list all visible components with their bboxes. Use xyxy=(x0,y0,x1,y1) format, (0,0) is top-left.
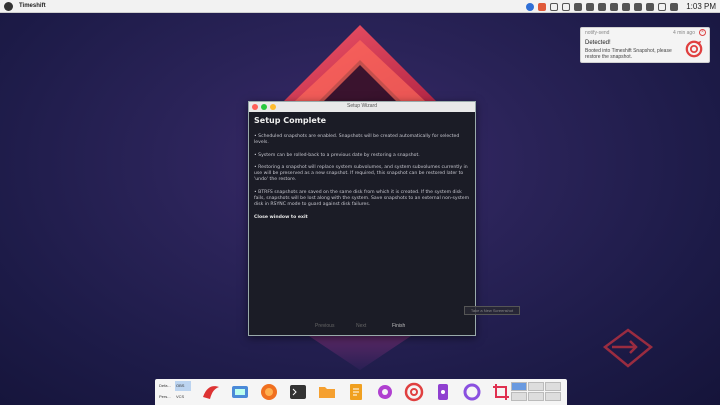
tooltip: Take a New Screenshot xyxy=(464,306,520,315)
crop-tool-icon[interactable] xyxy=(491,382,511,402)
keyboard-icon[interactable] xyxy=(574,2,583,11)
finish-button[interactable]: Finish xyxy=(392,323,405,329)
notification-title: Detected! xyxy=(585,40,611,46)
previous-button[interactable]: Previous xyxy=(315,323,334,329)
notification-body: Booted into Timeshift Snapshot, please r… xyxy=(585,48,672,60)
window-title: Setup Wizard xyxy=(346,103,377,109)
workspace-1[interactable] xyxy=(511,382,527,391)
dock: Defa... OBS Pers... VCS xyxy=(155,379,567,405)
wizard-buttons: Previous Next Finish xyxy=(249,321,475,331)
image-viewer-icon[interactable] xyxy=(230,382,250,402)
notification-popup[interactable]: notify-send 4 min ago × Detected! Booted… xyxy=(580,27,710,63)
workspace-3[interactable] xyxy=(545,382,561,391)
pager-item[interactable]: Defa... xyxy=(158,381,174,391)
clock[interactable]: 1:03 PM xyxy=(686,2,716,11)
window-list-icon[interactable] xyxy=(658,2,667,11)
workspace-2[interactable] xyxy=(528,382,544,391)
bluetooth-icon[interactable] xyxy=(598,2,607,11)
display-icon[interactable] xyxy=(562,2,571,11)
workspace-6[interactable] xyxy=(545,392,561,401)
brand-logo-icon xyxy=(602,328,654,368)
workspace-4[interactable] xyxy=(511,392,527,401)
pager-item[interactable]: Pers... xyxy=(158,392,174,402)
backup-app-icon[interactable] xyxy=(462,382,482,402)
updates-icon[interactable] xyxy=(586,2,595,11)
phone-app-icon[interactable] xyxy=(433,382,453,402)
system-tray: 1:03 PM xyxy=(526,0,716,13)
info-icon[interactable] xyxy=(526,2,535,11)
notifications-icon[interactable] xyxy=(670,2,679,11)
activity-pager[interactable]: Defa... OBS Pers... VCS xyxy=(158,381,192,403)
info-paragraph: • Scheduled snapshots are enabled. Snaps… xyxy=(254,134,460,146)
pager-item[interactable]: OBS xyxy=(175,381,191,391)
volume-icon[interactable] xyxy=(634,2,643,11)
notification-time: 4 min ago xyxy=(673,30,695,36)
clipboard-icon[interactable] xyxy=(622,2,631,11)
timeshift-logo-icon xyxy=(685,40,703,58)
setup-wizard-window: Setup Wizard Setup Complete • Scheduled … xyxy=(248,101,476,336)
network-icon[interactable] xyxy=(610,2,619,11)
battery-icon[interactable] xyxy=(646,2,655,11)
next-button[interactable]: Next xyxy=(356,323,366,329)
pager-item[interactable]: VCS xyxy=(175,392,191,402)
puzzle-icon[interactable] xyxy=(538,2,547,11)
bird-app-icon[interactable] xyxy=(201,382,221,402)
notification-app: notify-send xyxy=(585,30,610,36)
page-title: Setup Complete xyxy=(254,116,327,125)
terminal-icon[interactable] xyxy=(288,382,308,402)
info-paragraph: • System can be rolled-back to a previou… xyxy=(254,152,420,158)
active-app-title: Timeshift xyxy=(19,3,46,9)
screenshot-icon[interactable] xyxy=(550,2,559,11)
wizard-content: Setup Complete • Scheduled snapshots are… xyxy=(249,112,475,231)
system-menu-icon[interactable] xyxy=(4,1,13,11)
notification-close-icon[interactable]: × xyxy=(699,29,706,36)
timeshift-app-icon[interactable] xyxy=(404,382,424,402)
workspace-switcher[interactable] xyxy=(511,382,563,402)
info-paragraph: • Restoring a snapshot will replace syst… xyxy=(254,164,468,183)
browser-icon[interactable] xyxy=(259,382,279,402)
text-editor-icon[interactable] xyxy=(346,382,366,402)
file-manager-icon[interactable] xyxy=(317,382,337,402)
workspace-5[interactable] xyxy=(528,392,544,401)
window-titlebar[interactable]: Setup Wizard xyxy=(249,102,475,112)
top-panel: Timeshift 1:03 PM xyxy=(0,0,720,13)
settings-gear-icon[interactable] xyxy=(375,382,395,402)
exit-note: Close window to exit xyxy=(254,214,308,220)
info-paragraph: • BTRFS snapshots are saved on the same … xyxy=(254,189,470,208)
